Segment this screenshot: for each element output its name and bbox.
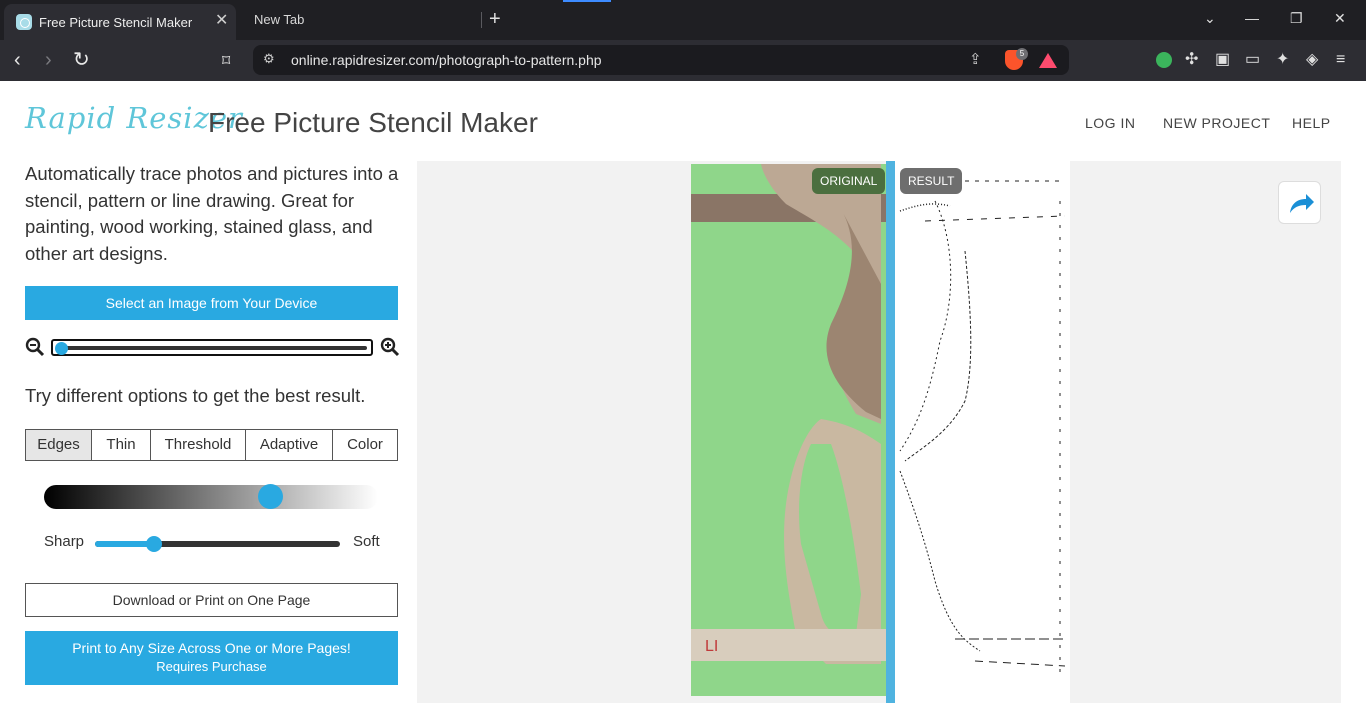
tab-new-tab[interactable]: New Tab xyxy=(254,12,304,27)
result-stencil-drawing xyxy=(899,180,1066,681)
sidebar-icon[interactable]: ▣ xyxy=(1215,51,1230,69)
tab-threshold[interactable]: Threshold xyxy=(151,430,246,460)
zoom-slider-track xyxy=(57,346,367,350)
original-label: ORIGINAL xyxy=(812,168,886,194)
photo-annotation: LI xyxy=(705,638,718,655)
url-text[interactable]: online.rapidresizer.com/photograph-to-pa… xyxy=(291,52,602,68)
close-tab-icon[interactable]: ✕ xyxy=(215,12,228,30)
extension-icon[interactable] xyxy=(1156,52,1172,68)
page-title: Free Picture Stencil Maker xyxy=(208,107,538,138)
share-arrow-icon xyxy=(1290,194,1314,213)
new-tab-button[interactable]: + xyxy=(489,8,501,30)
nav-new-project[interactable]: NEW PROJECT xyxy=(1163,115,1270,131)
intro-text: Automatically trace photos and pictures … xyxy=(25,163,399,265)
sharpness-slider-thumb[interactable] xyxy=(146,536,162,552)
tab-free-picture-stencil-maker[interactable]: Free Picture Stencil Maker ✕ xyxy=(4,4,236,40)
browser-toolbar: ‹ › ↻ ⌑ ⚙ online.rapidresizer.com/photog… xyxy=(0,40,1366,81)
back-icon[interactable]: ‹ xyxy=(14,49,21,71)
soft-label: Soft xyxy=(353,533,380,550)
threshold-slider[interactable] xyxy=(44,485,378,509)
print-any-size-button[interactable]: Print to Any Size Across One or More Pag… xyxy=(25,631,398,685)
tab-thin[interactable]: Thin xyxy=(92,430,151,460)
zoom-slider[interactable] xyxy=(51,339,373,356)
close-window-icon[interactable]: ✕ xyxy=(1334,10,1346,27)
restore-icon[interactable]: ❐ xyxy=(1290,10,1303,27)
print-button-main-label: Print to Any Size Across One or More Pag… xyxy=(72,640,351,656)
share-button[interactable] xyxy=(1278,181,1321,224)
preview-area: LI ORIGINAL RESULT xyxy=(417,161,1341,703)
zoom-out-icon[interactable] xyxy=(25,337,45,357)
loading-indicator xyxy=(563,0,611,2)
puzzle-icon[interactable]: ✣ xyxy=(1185,51,1198,69)
nav-help[interactable]: HELP xyxy=(1292,115,1331,131)
download-print-button[interactable]: Download or Print on One Page xyxy=(25,583,398,617)
threshold-slider-thumb[interactable] xyxy=(258,484,283,509)
tab-color[interactable]: Color xyxy=(333,430,397,460)
brave-rewards-icon[interactable] xyxy=(1039,53,1057,68)
zoom-in-icon[interactable] xyxy=(380,337,400,357)
leo-ai-icon[interactable]: ✦ xyxy=(1276,51,1289,69)
tab-separator xyxy=(481,12,482,28)
shield-count-badge: 5 xyxy=(1016,48,1028,60)
result-label: RESULT xyxy=(900,168,963,194)
print-button-sub-label: Requires Purchase xyxy=(156,659,267,674)
tab-edges[interactable]: Edges xyxy=(26,430,92,460)
share-icon[interactable]: ⇪ xyxy=(969,50,982,68)
original-image: LI xyxy=(691,164,887,696)
sharp-label: Sharp xyxy=(44,533,85,550)
minimize-icon[interactable]: — xyxy=(1245,10,1259,26)
compare-divider-handle[interactable] xyxy=(886,161,895,703)
browser-tab-bar: Free Picture Stencil Maker ✕ New Tab + ⌄… xyxy=(0,0,1366,40)
forward-icon[interactable]: › xyxy=(45,49,52,71)
select-image-button[interactable]: Select an Image from Your Device xyxy=(25,286,398,320)
tab-title: Free Picture Stencil Maker xyxy=(39,15,193,30)
original-photo-drawing: LI xyxy=(691,164,887,696)
wallet-icon[interactable]: ▭ xyxy=(1245,51,1260,69)
bookmark-icon[interactable]: ⌑ xyxy=(222,51,230,73)
chevron-down-icon[interactable]: ⌄ xyxy=(1204,10,1216,27)
tab-adaptive[interactable]: Adaptive xyxy=(246,430,333,460)
result-image xyxy=(895,161,1070,703)
options-heading: Try different options to get the best re… xyxy=(25,385,366,406)
menu-icon[interactable]: ≡ xyxy=(1336,51,1345,69)
zoom-slider-thumb[interactable] xyxy=(55,342,68,355)
reload-icon[interactable]: ↻ xyxy=(73,49,90,71)
page-content: Rapid Resizer Free Picture Stencil Maker… xyxy=(0,81,1366,728)
nav-log-in[interactable]: LOG IN xyxy=(1085,115,1135,131)
mode-tabs: Edges Thin Threshold Adaptive Color xyxy=(25,429,398,461)
site-favicon-icon xyxy=(16,14,32,30)
site-info-icon[interactable]: ⚙ xyxy=(263,51,275,67)
address-bar[interactable]: ⚙ online.rapidresizer.com/photograph-to-… xyxy=(253,45,1069,75)
vpn-shield-icon[interactable]: ◈ xyxy=(1306,51,1318,69)
